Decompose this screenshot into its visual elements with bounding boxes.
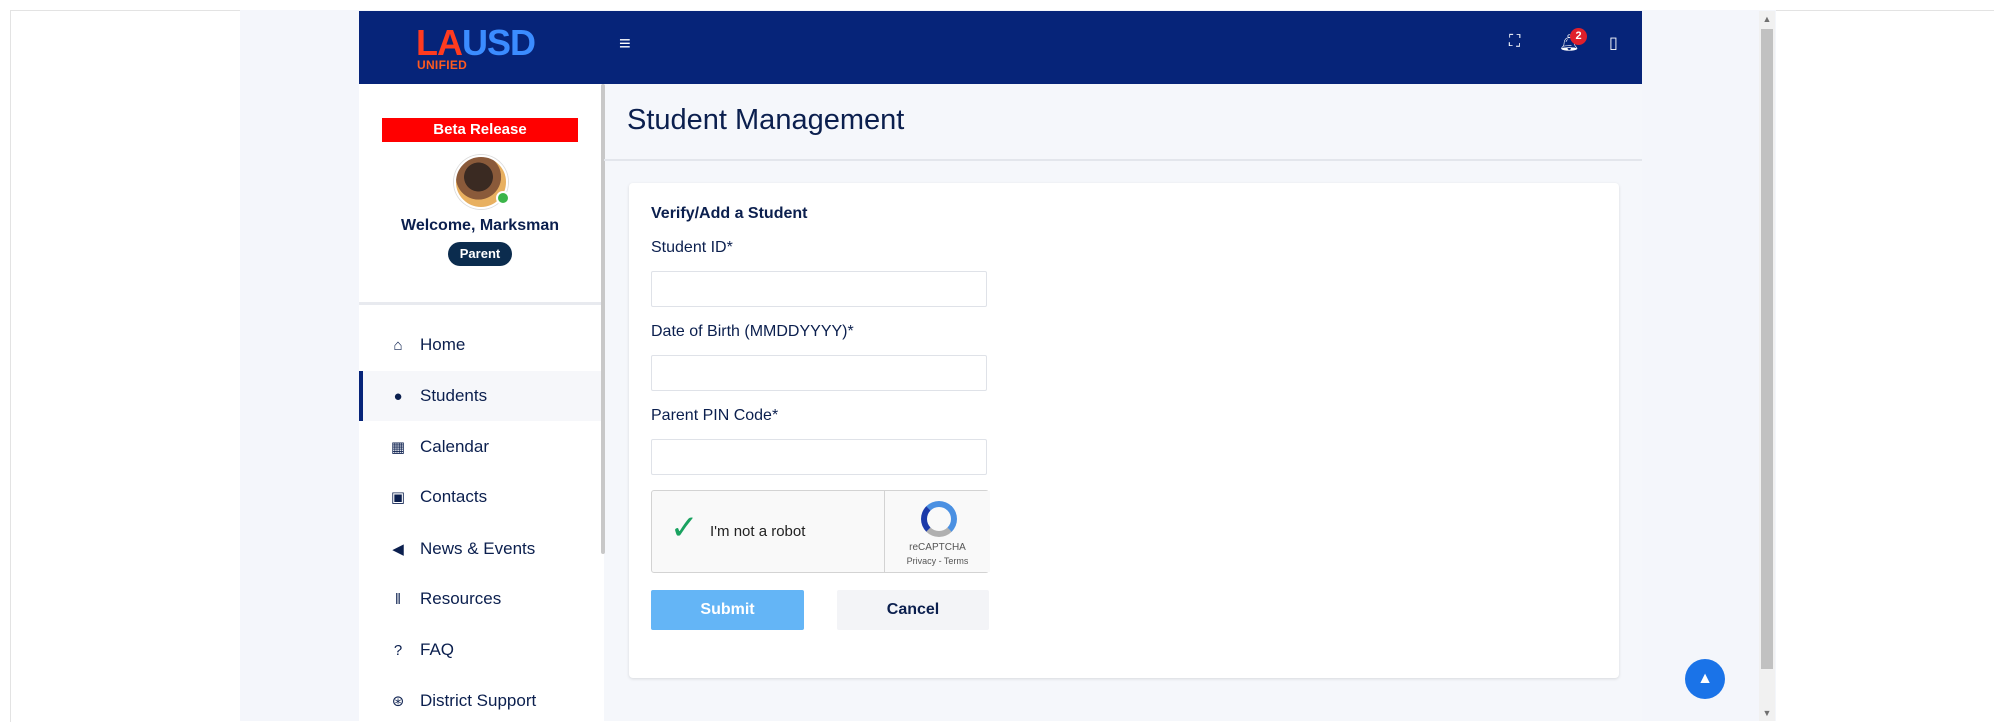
caret-up-icon: ▲ [1697,670,1713,687]
title-divider [604,159,1642,161]
notification-badge: 2 [1570,28,1587,45]
sidebar-item-calendar[interactable]: ▦ Calendar [359,422,601,472]
sidebar-item-label: News & Events [420,539,536,558]
recaptcha-widget[interactable]: ✓ I'm not a robot reCAPTCHA Privacy - Te… [651,490,990,573]
student-id-label: Student ID* [651,239,733,256]
sidebar-item-label: FAQ [420,640,455,659]
submit-button[interactable]: Submit [651,590,804,630]
dob-label: Date of Birth (MMDDYYYY)* [651,323,854,340]
logo-subtitle: UNIFIED [417,58,468,72]
calendar-icon: ▦ [390,439,406,456]
sidebar: Beta Release Welcome, Marksman Parent ⌂ … [359,84,604,721]
sidebar-item-news-events[interactable]: ◀ News & Events [359,524,601,574]
recaptcha-icon [921,501,957,537]
sidebar-item-label: Calendar [420,437,489,456]
recaptcha-label: I'm not a robot [710,523,806,540]
sidebar-divider [359,302,601,305]
home-icon: ⌂ [393,336,403,354]
fullscreen-icon[interactable]: ⛶ [1509,33,1520,51]
megaphone-icon: ◀ [392,541,404,558]
pin-input[interactable] [651,439,987,475]
books-icon: ‖ [394,590,402,608]
dob-input[interactable] [651,355,987,391]
sidebar-item-faq[interactable]: ? FAQ [359,625,601,675]
page-margin-left [10,10,241,722]
sidebar-scrollbar[interactable] [601,84,605,554]
recaptcha-links[interactable]: Privacy - Terms [885,556,990,566]
sidebar-item-label: District Support [420,691,537,710]
beta-release-banner: Beta Release [382,118,578,142]
lifebuoy-icon: ⊛ [391,693,405,710]
user-icon: ● [393,387,403,405]
recaptcha-logo-panel: reCAPTCHA Privacy - Terms [884,491,990,572]
sidebar-item-label: Home [420,335,466,354]
top-navbar: LAUSD UNIFIED ≡ ⛶ 🔔︎ 2 ▯ [359,11,1642,84]
welcome-text: Welcome, Marksman [401,217,559,234]
back-to-top-button[interactable]: ▲ [1685,659,1725,699]
online-status-dot [496,191,510,205]
sidebar-item-resources[interactable]: ‖ Resources [359,574,601,624]
page-margin-right [1776,10,1994,722]
verify-student-card: Verify/Add a Student Student ID* Date of… [629,183,1619,678]
cancel-button[interactable]: Cancel [837,590,989,630]
app-shell: LAUSD UNIFIED ≡ ⛶ 🔔︎ 2 ▯ Beta Release We… [359,11,1642,721]
sidebar-item-contacts[interactable]: ▣ Contacts [359,472,601,522]
sidebar-item-label: Contacts [420,487,488,506]
sidebar-item-label: Students [420,386,488,405]
pin-label: Parent PIN Code* [651,407,779,424]
page-title: Student Management [627,104,905,136]
sidebar-item-home[interactable]: ⌂ Home [359,320,601,370]
form-title: Verify/Add a Student [651,205,808,222]
logo-text-usd: USD [462,22,536,63]
student-id-input[interactable] [651,271,987,307]
panel-icon[interactable]: ▯ [1609,33,1618,53]
scrollbar-thumb[interactable] [1761,29,1773,669]
role-badge: Parent [448,242,512,266]
sidebar-item-label: Resources [420,589,502,608]
logo-text-la: LA [416,22,463,63]
recaptcha-brand: reCAPTCHA [909,542,966,553]
hamburger-icon[interactable]: ≡ [619,33,631,56]
sidebar-item-students[interactable]: ● Students [359,371,601,421]
scroll-up-arrow-icon[interactable]: ▲ [1759,11,1775,27]
checkmark-icon[interactable]: ✓ [670,511,699,545]
page-scrollbar[interactable]: ▲ ▼ [1759,11,1775,721]
question-icon: ? [393,641,403,659]
scroll-down-arrow-icon[interactable]: ▼ [1759,705,1775,721]
lausd-logo[interactable]: LAUSD UNIFIED [416,22,556,73]
sidebar-item-district-support[interactable]: ⊛ District Support [359,676,601,721]
contacts-icon: ▣ [390,489,406,506]
